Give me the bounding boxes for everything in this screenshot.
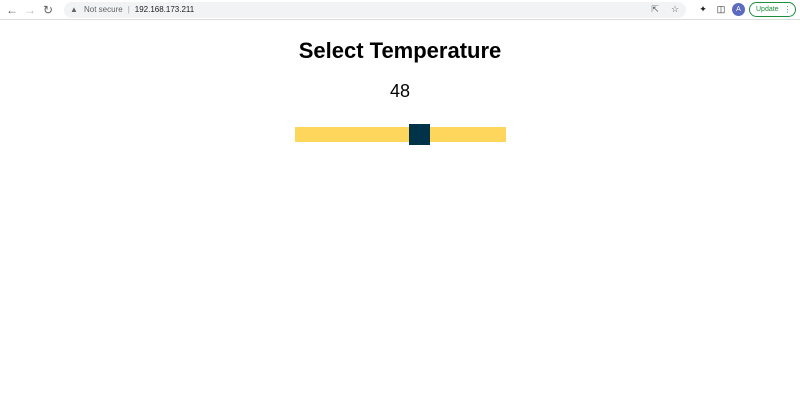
side-panel-icon[interactable]: ◫ <box>714 3 728 17</box>
temperature-slider-thumb[interactable] <box>409 124 430 145</box>
reload-icon[interactable]: ↻ <box>40 2 56 18</box>
avatar[interactable]: A <box>732 3 745 16</box>
address-bar[interactable]: ▲ Not secure | 192.168.173.211 ⇱ ☆ <box>64 1 686 18</box>
forward-arrow-icon[interactable]: → <box>22 2 38 18</box>
security-status[interactable]: Not secure <box>84 5 123 14</box>
url-text[interactable]: 192.168.173.211 <box>135 5 194 14</box>
puzzle-icon[interactable]: ✦ <box>696 3 710 17</box>
update-button[interactable]: Update ⋮ <box>749 2 796 17</box>
share-icon[interactable]: ⇱ <box>648 3 662 17</box>
browser-toolbar: ← → ↻ ▲ Not secure | 192.168.173.211 ⇱ ☆… <box>0 0 800 20</box>
kebab-menu-icon: ⋮ <box>783 5 792 14</box>
page-title: Select Temperature <box>298 38 502 63</box>
back-arrow-icon[interactable]: ← <box>4 2 20 18</box>
update-button-label: Update <box>756 6 779 13</box>
temperature-slider-track[interactable] <box>295 127 506 142</box>
star-icon[interactable]: ☆ <box>668 3 682 17</box>
temperature-value: 48 <box>389 81 411 101</box>
toolbar-actions: ✦ ◫ A Update ⋮ <box>692 2 796 17</box>
warning-icon: ▲ <box>70 5 78 14</box>
url-separator: | <box>127 5 130 14</box>
